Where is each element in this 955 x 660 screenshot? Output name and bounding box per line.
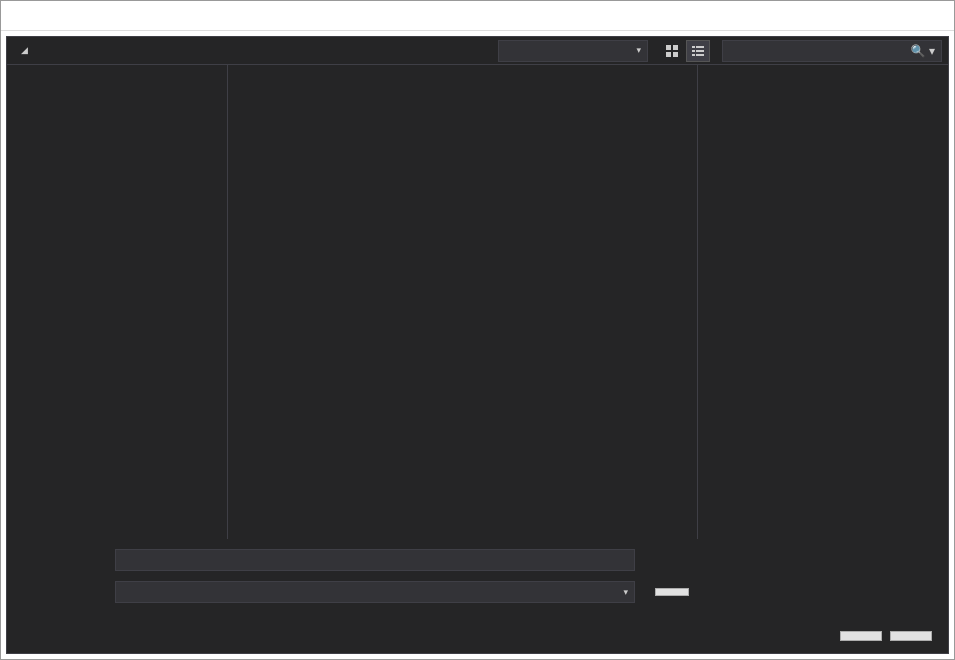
sidebar	[7, 65, 227, 539]
info-panel	[698, 65, 948, 539]
search-icon: 🔍 ▾	[911, 44, 935, 58]
content-area: ◢ ▾	[6, 36, 949, 654]
grid-icon	[665, 44, 679, 58]
template-panel	[227, 65, 698, 539]
online-link-area	[228, 519, 697, 539]
sort-combo[interactable]: ▾	[498, 40, 648, 62]
template-list	[228, 65, 697, 519]
cancel-button[interactable]	[890, 631, 932, 641]
location-combo[interactable]: ▾	[115, 581, 635, 603]
view-grid-button[interactable]	[660, 40, 684, 62]
browse-button[interactable]	[655, 588, 689, 596]
dialog-buttons	[7, 623, 948, 653]
search-box[interactable]: 🔍 ▾	[722, 40, 942, 62]
view-list-button[interactable]	[686, 40, 710, 62]
form-area: ▾	[7, 539, 948, 623]
add-button[interactable]	[840, 631, 882, 641]
tab-installed[interactable]: ◢	[13, 41, 40, 60]
chevron-down-icon: ▾	[636, 45, 641, 56]
list-icon	[691, 44, 705, 58]
dialog-window: ◢ ▾	[0, 0, 955, 660]
view-toggle	[660, 40, 710, 62]
chevron-down-icon: ◢	[21, 45, 28, 56]
titlebar	[1, 1, 954, 31]
chevron-down-icon: ▾	[623, 587, 628, 598]
main-area	[7, 65, 948, 539]
name-input[interactable]	[115, 549, 635, 571]
search-input[interactable]	[729, 44, 907, 58]
toolbar-row: ◢ ▾	[7, 37, 948, 65]
